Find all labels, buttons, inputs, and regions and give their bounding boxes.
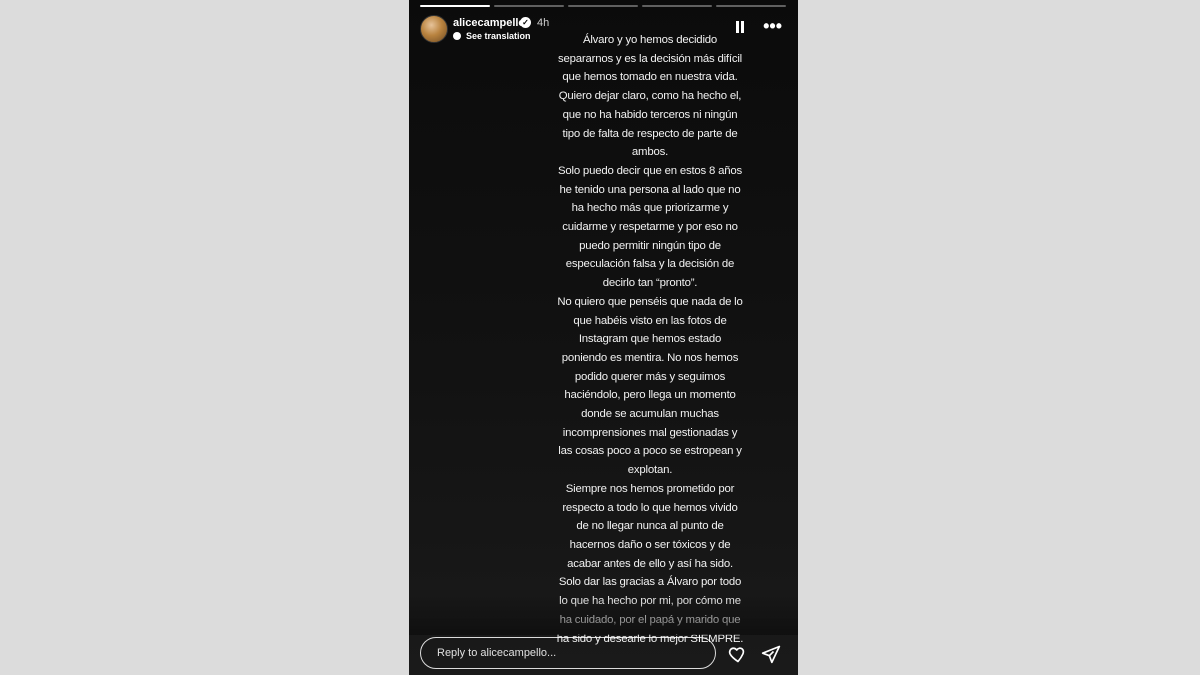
story-text-line: Instagram que hemos estado	[578, 333, 722, 346]
story-text-line: he tenido una persona al lado que no	[559, 183, 741, 196]
post-time: 4h	[537, 17, 550, 29]
story-text-line: acabar antes de ello y así ha sido.	[567, 557, 733, 570]
username[interactable]: alicecampello	[453, 17, 525, 29]
story-text-line: hacernos daño o ser tóxicos y de	[569, 538, 731, 551]
story-progress-bar	[420, 5, 786, 7]
story-text: Álvaro y yo hemos decidido separarnos y e…	[531, 31, 769, 648]
story-text-line: decirlo tan “pronto”.	[602, 277, 698, 290]
backdrop-right	[798, 0, 1200, 675]
story-text-line: podido querer más y seguimos	[574, 370, 726, 383]
story-text-line: lo que ha hecho por mi, por cómo me	[559, 595, 741, 608]
story-text-line: que no ha habido terceros ni ningún	[562, 108, 738, 121]
story-text-line: ambos.	[631, 146, 669, 159]
story-text-line: Solo dar las gracias a Álvaro por todo	[558, 576, 742, 589]
story-text-line: No quiero que penséis que nada de lo	[557, 295, 743, 308]
avatar[interactable]	[420, 15, 448, 43]
story-text-line: de no llegar nunca al punto de	[576, 520, 724, 533]
story-text-line: Siempre nos hemos prometido por	[565, 482, 735, 495]
story-text-line: Quiero dejar claro, como ha hecho el,	[558, 90, 742, 103]
progress-segment	[568, 5, 638, 7]
story-text-line: poniendo es mentira. No nos hemos	[561, 351, 739, 364]
story-text-line: especulación falsa y la decisión de	[565, 258, 735, 271]
send-icon[interactable]	[761, 644, 781, 664]
story-text-line: Álvaro y yo hemos decidido	[582, 34, 718, 46]
reply-input[interactable]	[420, 637, 716, 669]
verified-badge-icon: ✓	[520, 17, 531, 28]
story-text-line: ha hecho más que priorizarme y	[571, 202, 729, 215]
story-text-line: incomprensiones mal gestionadas y	[562, 426, 738, 439]
heart-icon[interactable]	[728, 644, 748, 664]
reply-bar	[420, 637, 786, 671]
story-text-line: donde se acumulan muchas	[581, 408, 719, 421]
globe-icon	[453, 32, 461, 40]
story-text-line: las cosas poco a poco se estropean y	[558, 445, 742, 458]
story-text-line: respecto a todo lo que hemos vivido	[562, 501, 738, 514]
story-viewer[interactable]: alicecampello ✓ 4h See translation ••• Á…	[409, 0, 798, 675]
progress-segment	[642, 5, 712, 7]
story-text-line: Solo puedo decir que en estos 8 años	[557, 164, 743, 177]
story-text-line: separarnos y es la decisión más difícil	[557, 52, 743, 65]
story-text-line: que hemos tomado en nuestra vida.	[562, 71, 738, 84]
backdrop-left	[0, 0, 409, 675]
story-text-line: haciéndolo, pero llega un momento	[564, 389, 736, 402]
story-text-line: tipo de falta de respecto de parte de	[562, 127, 738, 140]
story-text-line: puedo permitir ningún tipo de	[579, 239, 721, 252]
story-text-line: ha cuidado, por el papá y marido que	[559, 613, 741, 626]
story-text-line: explotan.	[627, 464, 673, 477]
progress-segment	[494, 5, 564, 7]
story-text-line: cuidarme y respetarme y por eso no	[562, 221, 738, 234]
see-translation-link[interactable]: See translation	[466, 31, 531, 41]
story-text-line: que habéis visto en las fotos de	[573, 314, 727, 327]
progress-segment	[420, 5, 490, 7]
progress-segment	[716, 5, 786, 7]
